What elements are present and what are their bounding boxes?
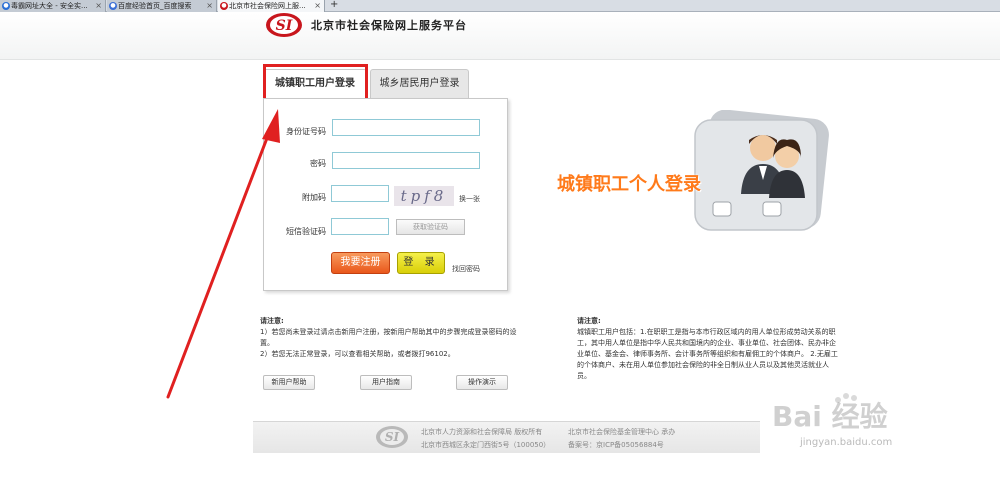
footer-icp: 备案号：京ICP备05056884号 bbox=[568, 441, 664, 449]
browser-tab-label: 毒霸网址大全 - 安全实... bbox=[11, 2, 88, 10]
browser-tab-active[interactable]: ● 北京市社会保险网上服... × bbox=[218, 0, 325, 12]
illustration-title: 城镇职工个人登录 bbox=[557, 174, 701, 195]
browser-tab[interactable]: ● 百度经验首页_百度搜索 × bbox=[107, 0, 217, 12]
close-tab-icon[interactable]: × bbox=[206, 0, 213, 12]
baidu-favicon-icon: ● bbox=[109, 2, 117, 10]
id-number-label: 身份证号码 bbox=[286, 127, 326, 136]
left-notice: 请注意: 1）若您尚未登录过请点击新用户注册，按新用户帮助其中的步骤完成登录密码… bbox=[260, 316, 560, 360]
notice-line: 工，其中用人单位是指中华人民共和国境内的企业、事业单位、社会团体、民办非企 bbox=[577, 339, 836, 347]
password-label: 密码 bbox=[310, 159, 326, 168]
captcha-label: 附加码 bbox=[302, 193, 326, 202]
site-title: 北京市社会保险网上服务平台 bbox=[311, 19, 467, 32]
get-sms-code-button[interactable]: 获取验证码 bbox=[396, 219, 465, 235]
tab-rural-resident-login[interactable]: 城乡居民用户登录 bbox=[370, 69, 469, 98]
baidu-paw-watermark-icon bbox=[835, 393, 857, 403]
notice-line: 2）若您无法正常登录，可以查看相关帮助，或者拨打96102。 bbox=[260, 350, 455, 358]
captcha-image: tpf8 bbox=[394, 186, 454, 206]
notice-line: 员。 bbox=[577, 372, 591, 380]
site-header bbox=[0, 13, 1000, 60]
si-favicon-icon: ● bbox=[220, 2, 228, 10]
password-input[interactable] bbox=[332, 152, 480, 169]
svg-text:SI: SI bbox=[385, 430, 400, 444]
login-button[interactable]: 登 录 bbox=[397, 252, 445, 274]
footer-organizer: 北京市社会保险基金管理中心 承办 bbox=[568, 428, 676, 436]
notice-heading: 请注意: bbox=[577, 317, 601, 325]
browser-tab-strip: ● 毒霸网址大全 - 安全实... × ● 百度经验首页_百度搜索 × ● 北京… bbox=[0, 0, 1000, 12]
forgot-password-link[interactable]: 找回密码 bbox=[452, 264, 480, 274]
notice-line: 1）若您尚未登录过请点击新用户注册，按新用户帮助其中的步骤完成登录密码的设 bbox=[260, 328, 517, 336]
close-tab-icon[interactable]: × bbox=[314, 0, 321, 12]
footer-copyright: 北京市人力资源和社会保障局 版权所有 bbox=[421, 428, 543, 436]
user-card-illustration-icon bbox=[694, 110, 829, 231]
browser-tab-label: 北京市社会保险网上服... bbox=[229, 2, 306, 10]
register-button[interactable]: 我要注册 bbox=[331, 252, 390, 274]
browser-tab[interactable]: ● 毒霸网址大全 - 安全实... × bbox=[0, 0, 106, 12]
captcha-input[interactable] bbox=[331, 185, 389, 202]
right-notice: 请注意: 城镇职工用户包括：1.在职职工是指与本市行政区域内的用人单位形成劳动关… bbox=[577, 316, 847, 382]
id-number-input[interactable] bbox=[332, 119, 480, 136]
notice-line: 城镇职工用户包括：1.在职职工是指与本市行政区域内的用人单位形成劳动关系的职 bbox=[577, 328, 836, 336]
demo-button[interactable]: 操作演示 bbox=[456, 375, 508, 390]
close-tab-icon[interactable]: × bbox=[95, 0, 102, 12]
browser-tab-label: 百度经验首页_百度搜索 bbox=[118, 2, 192, 10]
sms-code-label: 短信验证码 bbox=[286, 227, 326, 236]
new-user-help-button[interactable]: 新用户帮助 bbox=[263, 375, 315, 390]
notice-line: 置。 bbox=[260, 339, 274, 347]
user-guide-button[interactable]: 用户指南 bbox=[360, 375, 412, 390]
browser-favicon-icon: ● bbox=[2, 2, 10, 10]
si-footer-logo-icon: SI bbox=[376, 426, 408, 448]
si-logo-icon: SI bbox=[266, 13, 302, 37]
new-tab-button[interactable]: + bbox=[330, 0, 338, 10]
notice-heading: 请注意: bbox=[260, 317, 284, 325]
svg-text:SI: SI bbox=[276, 18, 293, 34]
captcha-refresh-link[interactable]: 换一张 bbox=[459, 194, 480, 204]
notice-line: 业单位、基金会、律师事务所、会计事务所等组织和有雇佣工的个体商户。 2.无雇工 bbox=[577, 350, 838, 358]
sms-code-input[interactable] bbox=[331, 218, 389, 235]
notice-line: 的个体商户、未在用人单位参加社会保险的非全日制从业人员以及其他灵活就业人 bbox=[577, 361, 829, 369]
footer-address: 北京市西城区永定门西街5号（100050） bbox=[421, 441, 551, 449]
